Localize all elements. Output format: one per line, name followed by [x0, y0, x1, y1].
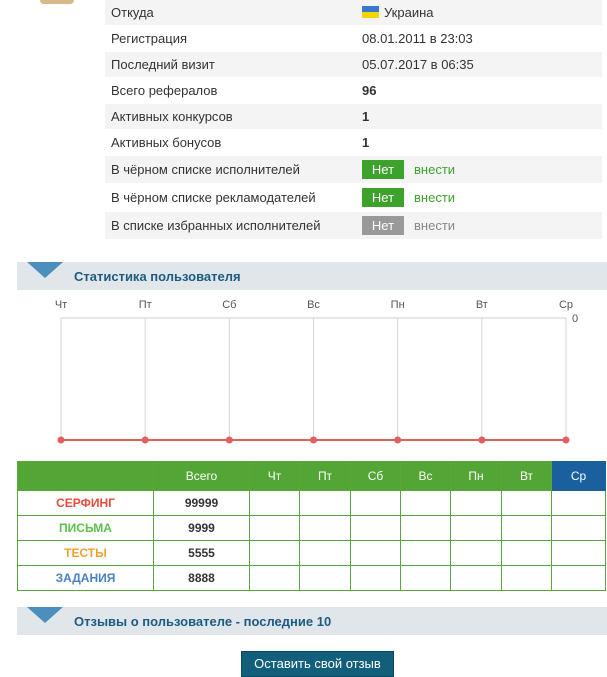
activity-total: 99999	[153, 490, 250, 516]
table-row: ЗАДАНИЯ 8888	[17, 565, 606, 591]
header-cell-day: Пн	[450, 461, 502, 491]
info-value-last-visit: 05.07.2017 в 06:35	[362, 51, 602, 78]
stats-section-header: Статистика пользователя	[17, 262, 607, 290]
list-label: В чёрном списке исполнителей	[105, 155, 362, 184]
stats-table: Всего Чт Пт Сб Вс Пн Вт Ср СЕРФИНГ 99999…	[17, 461, 606, 591]
x-tick-label: Пт	[139, 299, 152, 311]
status-badge: Нет	[362, 188, 404, 207]
x-tick-label: Сб	[222, 299, 236, 311]
info-label: Активных бонусов	[105, 129, 362, 156]
header-cell-day: Сб	[350, 461, 401, 491]
info-value-registration: 08.01.2011 в 23:03	[362, 25, 602, 52]
add-to-list-link[interactable]: внести	[414, 190, 455, 205]
info-label: Активных конкурсов	[105, 103, 362, 130]
stats-chart: Чт Пт Сб Вс Пн Вт Ср 0	[55, 299, 578, 444]
info-label: Последний визит	[105, 51, 362, 78]
header-cell-day: Вс	[400, 461, 451, 491]
info-label: Всего рефералов	[105, 77, 362, 104]
x-tick-label: Пн	[391, 299, 405, 311]
status-badge: Нет	[362, 216, 404, 235]
data-point	[478, 436, 486, 444]
ukraine-flag-icon	[362, 6, 379, 18]
activity-label: СЕРФИНГ	[17, 490, 154, 516]
data-point	[562, 436, 570, 444]
add-to-list-link[interactable]: внести	[414, 218, 455, 233]
table-row: СЕРФИНГ 99999	[17, 490, 606, 516]
data-point	[310, 436, 317, 444]
data-point	[141, 436, 149, 444]
info-value-referrals: 96	[362, 77, 602, 104]
table-row: ТЕСТЫ 5555	[17, 540, 606, 566]
activity-total: 8888	[153, 565, 250, 591]
header-cell-day: Вт	[501, 461, 552, 491]
info-row-last-visit: Последний визит 05.07.2017 в 06:35	[105, 51, 602, 78]
y-tick-label: 0	[572, 313, 578, 325]
reviews-section-title: Отзывы о пользователе - последние 10	[74, 614, 332, 629]
header-cell-day: Чт	[249, 461, 300, 491]
activity-total: 5555	[153, 540, 250, 566]
add-to-list-link[interactable]: внести	[414, 162, 455, 177]
header-cell-day: Пт	[299, 461, 351, 491]
stats-section-title: Статистика пользователя	[74, 269, 241, 284]
data-point	[225, 436, 233, 444]
triangle-down-icon	[27, 607, 63, 623]
list-label: В чёрном списке рекламодателей	[105, 183, 362, 212]
list-row-favorite-performers: В списке избранных исполнителей Нет внест…	[105, 211, 602, 240]
list-row-blacklist-performers: В чёрном списке исполнителей Нет внести	[105, 155, 602, 184]
leave-review-button[interactable]: Оставить свой отзыв	[241, 651, 394, 677]
triangle-down-icon	[27, 262, 63, 278]
info-value-country: Украина	[384, 5, 434, 20]
list-row-blacklist-advertisers: В чёрном списке рекламодателей Нет внести	[105, 183, 602, 212]
stats-table-header: Всего Чт Пт Сб Вс Пн Вт Ср	[17, 461, 606, 491]
reviews-section-header: Отзывы о пользователе - последние 10	[17, 607, 607, 635]
info-row-origin: Откуда Украина	[105, 0, 602, 26]
x-tick-label: Вт	[476, 299, 488, 311]
activity-label: ЗАДАНИЯ	[17, 565, 154, 591]
data-point	[57, 436, 65, 444]
header-cell	[17, 461, 154, 491]
list-label: В списке избранных исполнителей	[105, 211, 362, 240]
profile-info-table: Откуда Украина Регистрация 08.01.2011 в …	[105, 0, 602, 240]
info-row-bonuses: Активных бонусов 1	[105, 129, 602, 156]
data-point	[394, 436, 402, 444]
x-tick-label: Вс	[307, 299, 320, 311]
info-value-bonuses: 1	[362, 129, 602, 156]
info-label: Откуда	[105, 0, 362, 26]
info-row-contests: Активных конкурсов 1	[105, 103, 602, 130]
activity-label: ТЕСТЫ	[17, 540, 154, 566]
table-row: ПИСЬМА 9999	[17, 515, 606, 541]
x-tick-label: Ср	[559, 299, 573, 311]
info-value-contests: 1	[362, 103, 602, 130]
info-label: Регистрация	[105, 25, 362, 52]
status-badge: Нет	[362, 160, 404, 179]
x-tick-label: Чт	[55, 299, 67, 311]
header-cell-day-current: Ср	[551, 461, 606, 491]
activity-total: 9999	[153, 515, 250, 541]
activity-label: ПИСЬМА	[17, 515, 154, 541]
info-row-referrals: Всего рефералов 96	[105, 77, 602, 104]
header-cell-total: Всего	[153, 461, 250, 491]
info-row-registration: Регистрация 08.01.2011 в 23:03	[105, 25, 602, 52]
avatar	[40, 0, 74, 4]
